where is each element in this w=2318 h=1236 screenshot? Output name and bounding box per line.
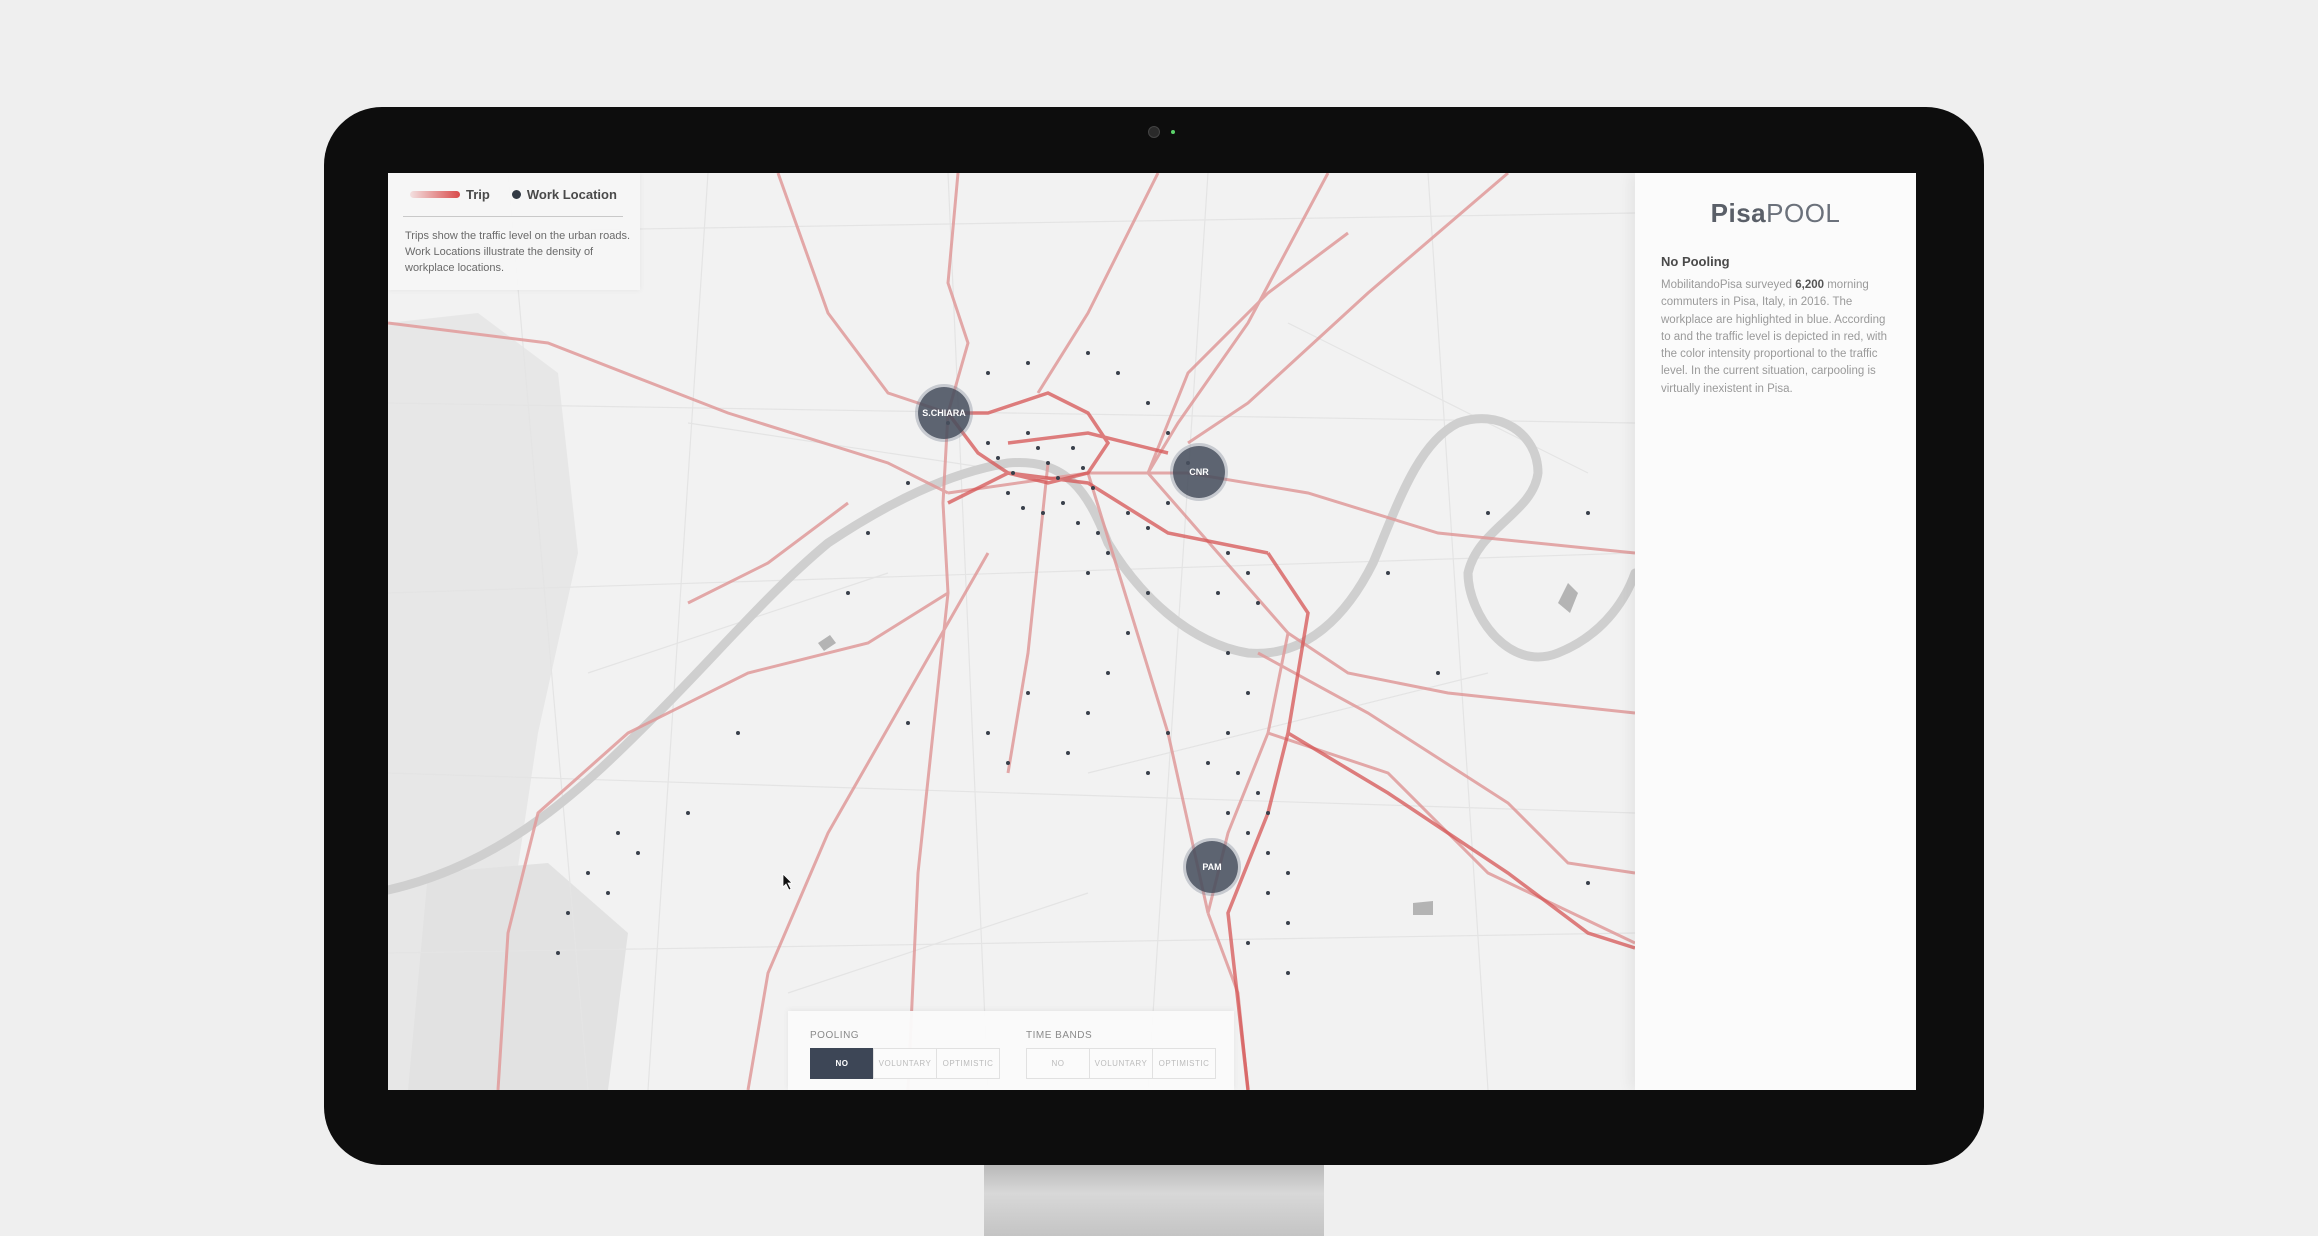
timebands-voluntary-button[interactable]: VOLUNTARY <box>1089 1048 1153 1079</box>
pooling-no-button[interactable]: NO <box>810 1048 874 1079</box>
pooling-title: POOLING <box>810 1030 860 1041</box>
hub-label: S.CHIARA <box>922 408 966 418</box>
mouse-cursor-icon <box>782 873 793 891</box>
hub-marker-pam[interactable]: PAM <box>1186 841 1238 893</box>
panel-text-start: MobilitandoPisa surveyed <box>1661 279 1796 291</box>
panel-title: No Pooling <box>1661 254 1730 269</box>
camera-led <box>1171 130 1175 134</box>
trip-swatch-icon <box>410 190 460 198</box>
legend-description: Trips show the traffic level on the urba… <box>405 230 631 274</box>
panel-description: MobilitandoPisa surveyed 6,200 morning c… <box>1661 277 1891 398</box>
legend-divider <box>403 216 623 217</box>
hub-label: CNR <box>1189 467 1209 477</box>
timebands-optimistic-button[interactable]: OPTIMISTIC <box>1152 1048 1216 1079</box>
app-screen: S.CHIARA CNR PAM Trip Work Location Trip… <box>388 173 1916 1090</box>
brand-bold: Pisa <box>1710 198 1767 228</box>
panel-text-end: morning commuters in Pisa, Italy, in 201… <box>1661 279 1888 395</box>
timebands-title: TIME BANDS <box>1026 1030 1093 1041</box>
app-logo: PisaPOOL <box>1635 198 1916 229</box>
camera-icon <box>1148 126 1160 138</box>
timebands-toggle: NO VOLUNTARY OPTIMISTIC <box>1026 1048 1216 1079</box>
hub-label: PAM <box>1202 862 1222 872</box>
hub-marker-cnr[interactable]: CNR <box>1173 446 1225 498</box>
commuter-count: 6,200 <box>1795 279 1825 291</box>
pooling-optimistic-button[interactable]: OPTIMISTIC <box>936 1048 1000 1079</box>
brand-light: POOL <box>1766 198 1841 228</box>
work-location-dot-icon <box>511 189 521 199</box>
pooling-toggle: NO VOLUNTARY OPTIMISTIC <box>810 1048 1000 1079</box>
controls-panel: POOLING NO VOLUNTARY OPTIMISTIC TIME BAN… <box>788 1011 1234 1090</box>
timebands-no-button[interactable]: NO <box>1026 1048 1090 1079</box>
pooling-voluntary-button[interactable]: VOLUNTARY <box>873 1048 937 1079</box>
map-legend: Trip Work Location Trips show the traffi… <box>388 173 640 290</box>
legend-work-label: Work Location <box>526 186 617 202</box>
legend-trip-label: Trip <box>466 186 490 202</box>
info-panel: PisaPOOL No Pooling MobilitandoPisa surv… <box>1635 173 1916 1090</box>
hub-marker-schiara[interactable]: S.CHIARA <box>918 387 970 439</box>
monitor-stand <box>984 1165 1324 1236</box>
